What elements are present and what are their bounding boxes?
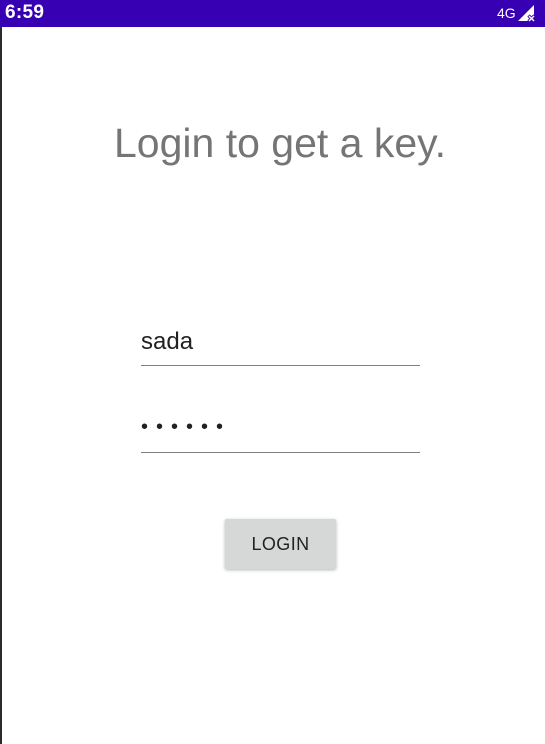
login-screen: 6:59 4G Login to get a key. sada •••••• … — [0, 0, 545, 744]
login-button[interactable]: LOGIN — [225, 519, 336, 569]
password-masked-value: •••••• — [141, 416, 232, 438]
status-bar: 6:59 4G — [0, 0, 545, 27]
network-type-label: 4G — [497, 5, 516, 21]
page-title: Login to get a key. — [113, 120, 447, 166]
username-field[interactable]: sada — [141, 328, 420, 366]
password-field[interactable]: •••••• — [141, 412, 420, 453]
window-edge — [0, 0, 2, 744]
status-time: 6:59 — [5, 2, 45, 23]
signal-no-data-icon — [518, 5, 536, 22]
